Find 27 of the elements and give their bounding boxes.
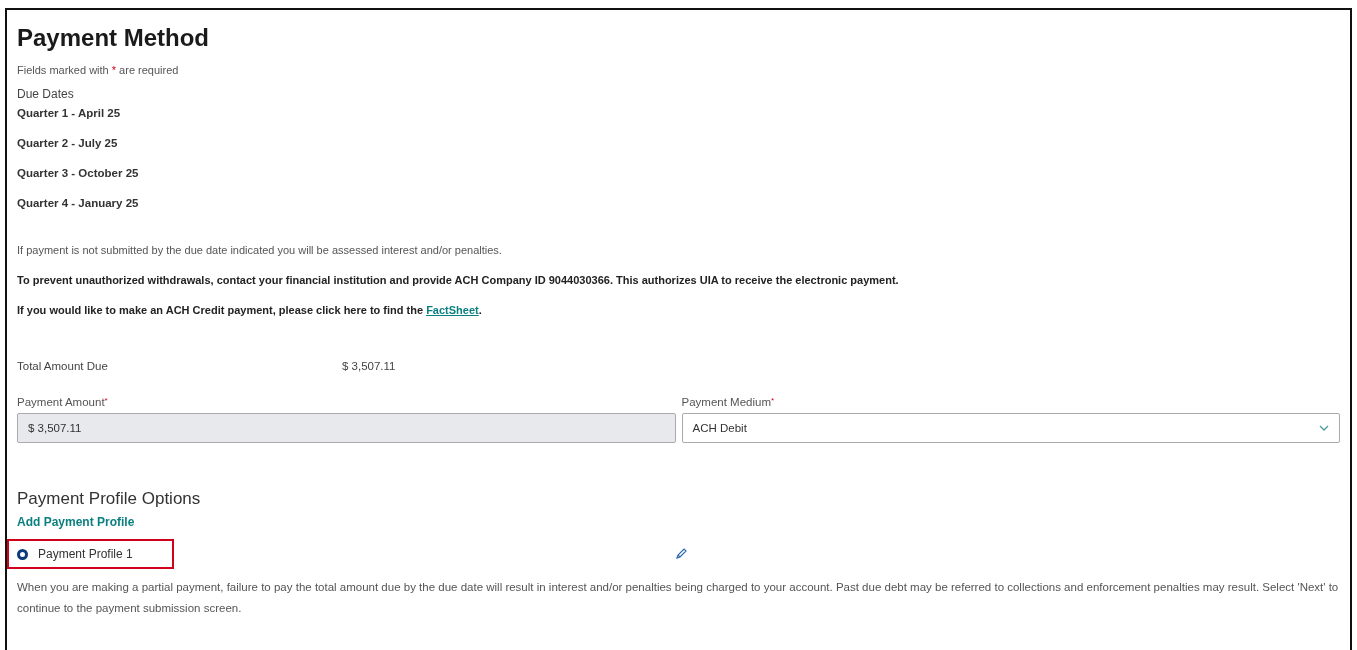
add-profile-link[interactable]: Add Payment Profile — [17, 515, 135, 529]
due-date: Quarter 1 - April 25 — [17, 107, 121, 119]
page-title: Payment Method — [17, 24, 211, 52]
notice-text: If payment is not submitted by the due date indicated you will be assessed interest and/or penalties. — [17, 244, 502, 256]
notice-text: To prevent unauthorized withdrawals, contact your financial institution and provide ACH Company ID 9044030366. This authorizes UIA to receive the electronic payment. — [17, 274, 899, 286]
ach-credit-notice: If you would like to make an ACH Credit payment, please click here to find the FactSheet. — [17, 304, 482, 316]
field-label: Payment Amount — [17, 396, 105, 408]
due-date: Quarter 4 - January 25 — [17, 197, 139, 209]
required-asterisk: * — [111, 64, 117, 76]
field-label: Payment Medium — [681, 396, 771, 408]
total-value: $ 3,507.11 — [342, 360, 396, 372]
required-note: Fields marked with — [17, 64, 110, 76]
required-asterisk: * — [771, 396, 775, 405]
due-dates-label: Due Dates — [17, 87, 75, 101]
due-date: Quarter 3 - October 25 — [17, 167, 139, 179]
payment-medium-dropdown[interactable]: ACH Debit — [681, 413, 1340, 443]
total-label: Total Amount Due — [17, 360, 109, 372]
factsheet-link[interactable]: FactSheet — [426, 304, 479, 316]
profile-option[interactable]: Payment Profile 1 — [7, 539, 174, 569]
radio-button[interactable] — [17, 548, 28, 560]
pencil-icon[interactable] — [675, 548, 687, 560]
chevron-down-icon — [1319, 425, 1329, 431]
required-note: are required — [118, 64, 179, 76]
due-date: Quarter 2 - July 25 — [17, 137, 118, 149]
partial-payment-note: When you are making a partial payment, failure to pay the total amount due by the due date will result in interest and/or penalties being charged to your account. Past due debt may be referred to collections and enforcement penalties may result. Select 'Next' to continue to the payment submission screen. — [17, 580, 1340, 616]
required-asterisk: * — [104, 396, 108, 405]
section-heading: Payment Profile Options — [17, 489, 202, 509]
